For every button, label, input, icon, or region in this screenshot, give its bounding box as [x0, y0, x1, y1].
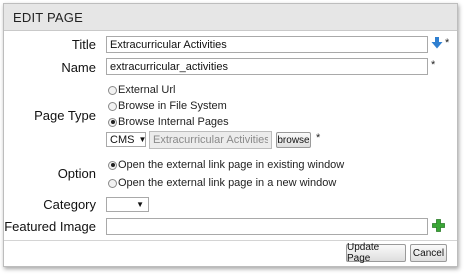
- radio-label-existing-window: Open the external link page in existing …: [118, 159, 345, 171]
- module-select-value: CMS: [110, 133, 135, 146]
- title-input[interactable]: [106, 36, 428, 53]
- page-type-option-file-system[interactable]: Browse in File System: [108, 99, 227, 113]
- update-page-button[interactable]: Update Page: [346, 242, 406, 264]
- name-label: Name: [61, 60, 96, 75]
- radio-label-new-window: Open the external link page in a new win…: [118, 177, 337, 189]
- browse-button[interactable]: browse: [276, 132, 311, 148]
- radio-label-file-system: Browse in File System: [118, 100, 227, 112]
- chevron-down-icon: ▼: [138, 135, 147, 144]
- radio-label-external-url: External Url: [118, 84, 176, 96]
- panel-title: EDIT PAGE: [13, 10, 83, 25]
- title-required-mark: *: [445, 37, 450, 49]
- featured-image-label: Featured Image: [4, 219, 96, 234]
- category-label: Category: [43, 197, 96, 212]
- page-type-label: Page Type: [34, 108, 96, 123]
- title-label: Title: [71, 37, 96, 52]
- radio-external-url[interactable]: [108, 85, 117, 95]
- option-existing-window[interactable]: Open the external link page in existing …: [108, 158, 344, 172]
- radio-label-internal-pages: Browse Internal Pages: [118, 116, 229, 128]
- page-type-required-mark: *: [316, 132, 321, 144]
- cancel-button[interactable]: Cancel: [410, 244, 447, 262]
- internal-page-input: [149, 131, 272, 149]
- add-plus-icon[interactable]: [432, 219, 445, 232]
- radio-internal-pages[interactable]: [108, 117, 117, 127]
- radio-existing-window[interactable]: [108, 160, 117, 170]
- footer-divider: [4, 240, 457, 241]
- featured-image-input[interactable]: [106, 218, 428, 235]
- category-select[interactable]: ▼: [106, 197, 149, 212]
- option-label: Option: [57, 166, 96, 181]
- download-arrow-icon[interactable]: [431, 36, 443, 50]
- chevron-down-icon: ▼: [136, 200, 144, 209]
- name-required-mark: *: [431, 59, 436, 71]
- option-new-window[interactable]: Open the external link page in a new win…: [108, 176, 336, 190]
- page-type-option-external-url[interactable]: External Url: [108, 83, 175, 97]
- radio-file-system[interactable]: [108, 101, 117, 111]
- page-type-option-internal-pages[interactable]: Browse Internal Pages: [108, 115, 229, 129]
- edit-page-panel: EDIT PAGE Title * Name * External Url Pa…: [3, 3, 458, 267]
- module-select[interactable]: CMS ▼: [106, 132, 146, 147]
- panel-header: EDIT PAGE: [4, 4, 457, 31]
- radio-new-window[interactable]: [108, 178, 117, 188]
- name-input[interactable]: [106, 58, 428, 75]
